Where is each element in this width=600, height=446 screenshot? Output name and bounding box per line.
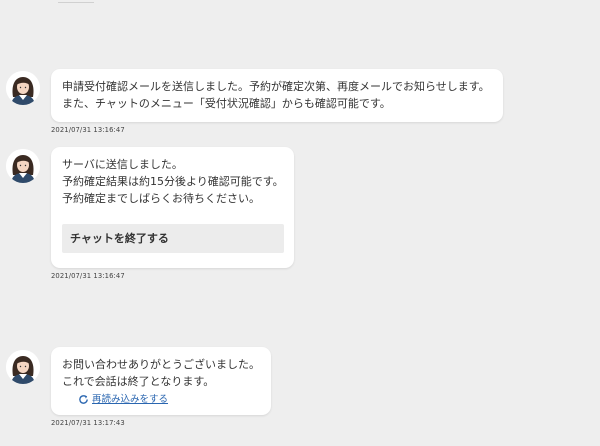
message-text: 予約確定までしばらくお待ちください。	[62, 192, 260, 205]
message-text: サーバに送信しました。	[62, 158, 183, 171]
message-timestamp: 2021/07/31 13:17:43	[51, 419, 125, 427]
message-timestamp: 2021/07/31 13:16:47	[51, 272, 125, 280]
message-text: これで会話は終了となります。	[62, 375, 215, 388]
message-text: 申請受付確認メールを送信しました。予約が確定次第、再度メールでお知らせします。	[62, 80, 490, 93]
refresh-icon	[79, 395, 88, 404]
reload-link[interactable]: 再読み込みをする	[78, 391, 168, 408]
message-bubble: サーバに送信しました。 予約確定結果は約15分後より確認可能です。 予約確定まで…	[51, 147, 294, 268]
message-text: お問い合わせありがとうございました。	[62, 358, 260, 371]
operator-avatar-icon	[6, 149, 40, 183]
end-chat-button[interactable]: チャットを終了する	[62, 224, 284, 253]
message-text: また、チャットのメニュー「受付状況確認」からも確認可能です。	[62, 97, 391, 110]
message-bubble: お問い合わせありがとうございました。 これで会話は終了となります。 再読み込みを…	[51, 347, 271, 415]
message-timestamp: 2021/07/31 13:16:47	[51, 126, 125, 134]
operator-avatar-icon	[6, 350, 40, 384]
message-text: 予約確定結果は約15分後より確認可能です。	[62, 175, 284, 188]
operator-avatar-icon	[6, 71, 40, 105]
reload-link-label: 再読み込みをする	[92, 394, 169, 405]
message-bubble: 申請受付確認メールを送信しました。予約が確定次第、再度メールでお知らせします。 …	[51, 69, 503, 122]
previous-message-edge	[58, 0, 94, 3]
